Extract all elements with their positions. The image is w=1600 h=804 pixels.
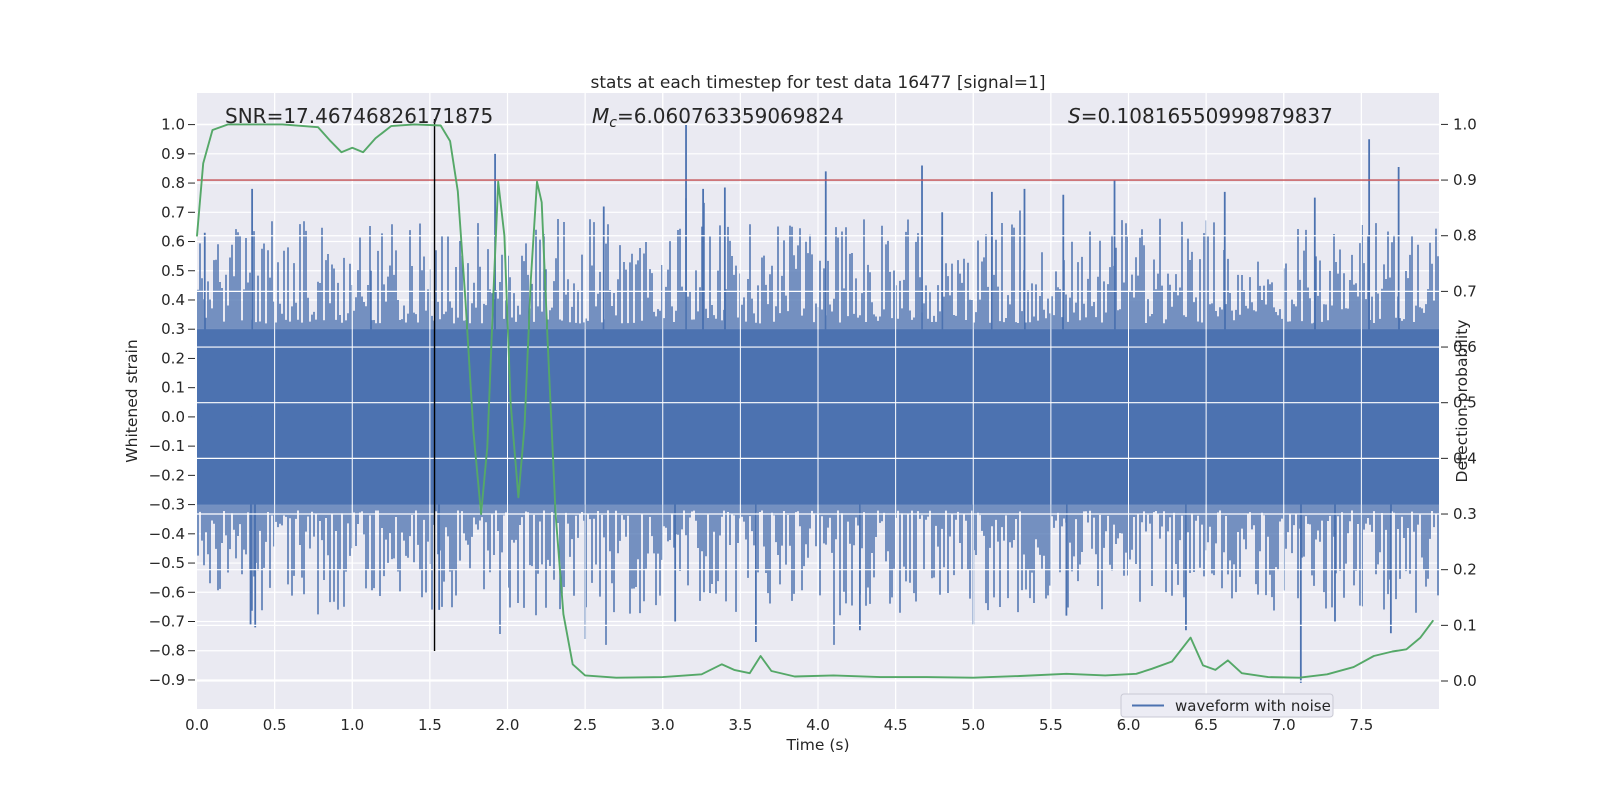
x-tick-label: 0.5 [263,716,287,734]
y-tick-label-left: −0.5 [149,554,185,572]
annotation-value: =17.46746826171875 [267,104,494,128]
x-tick-label: 7.5 [1349,716,1373,734]
y-tick-label-left: −0.8 [149,642,185,660]
x-tick-label: 7.0 [1272,716,1296,734]
x-tick-label: 4.0 [806,716,830,734]
y-tick-label-left: 0.6 [161,233,185,251]
x-tick-label: 6.0 [1117,716,1141,734]
x-tick-label: 0.0 [185,716,209,734]
figure: 1.0 0.9 0.8 0.7 0.6 0.5 0.4 0.3 0.2 0.1 0.0 −0.1 −0.… [0,0,1600,800]
y-tick-label-left: 0.0 [161,408,185,426]
y-tick-label-left: 0.4 [161,291,185,309]
annotation-value: =0.10816550999879837 [1081,104,1333,128]
y-tick-label-right: 1.0 [1453,115,1477,133]
annotation-chirp-mass: Mc=6.060763359069824 [592,104,844,131]
y-tick-label-left: 0.7 [161,203,185,221]
x-tick-label: 5.5 [1039,716,1063,734]
y-tick-label-left: −0.3 [149,496,185,514]
chart: 1.0 0.9 0.8 0.7 0.6 0.5 0.4 0.3 0.2 0.1 0.0 −0.1 −0.… [123,73,1477,754]
annotation-label: M [592,104,609,128]
x-tick-label: 1.0 [340,716,364,734]
x-tick-label: 1.5 [418,716,442,734]
annotation-value: =6.060763359069824 [617,104,844,128]
y-tick-label-right: 0.3 [1453,505,1477,523]
y-tick-label-left: −0.1 [149,437,185,455]
y-tick-label-left: −0.9 [149,671,185,689]
y-tick-label-left: −0.6 [149,583,185,601]
chart-title: stats at each timestep for test data 164… [591,73,1046,93]
annotation-label: SNR [225,104,267,128]
y-axis-label-left: Whitened strain [123,339,141,462]
x-tick-label: 6.5 [1194,716,1218,734]
y-tick-label-right: 0.9 [1453,171,1477,189]
annotation-label: S [1068,104,1081,128]
y-tick-label-left: −0.2 [149,466,185,484]
y-tick-label-left: 0.1 [161,379,185,397]
x-tick-label: 2.5 [573,716,597,734]
y-tick-label-left: −0.4 [149,525,185,543]
y-tick-label-left: −0.7 [149,613,185,631]
y-tick-label-left: 0.9 [161,145,185,163]
y-tick-label-left: 1.0 [161,116,185,134]
annotation-significance: S=0.10816550999879837 [1068,104,1333,128]
x-tick-label: 3.5 [728,716,752,734]
annotation-snr: SNR=17.46746826171875 [225,104,493,128]
annotations: SNR=17.46746826171875 Mc=6.06076335906982… [225,104,1333,131]
x-tick-label: 2.0 [496,716,520,734]
y-axis-label-right: Detection probability [1453,320,1471,483]
x-tick-label: 3.0 [651,716,675,734]
legend-label: waveform with noise [1175,697,1331,715]
y-tick-label-left: 0.8 [161,174,185,192]
x-axis-label: Time (s) [785,736,849,754]
x-tick-label: 4.5 [884,716,908,734]
y-tick-label-right: 0.7 [1453,282,1477,300]
x-tick-label: 5.0 [961,716,985,734]
y-tick-label-right: 0.0 [1453,672,1477,690]
y-tick-label-left: 0.3 [161,320,185,338]
y-tick-label-right: 0.1 [1453,616,1477,634]
y-tick-label-right: 0.8 [1453,227,1477,245]
y-tick-label-left: 0.2 [161,349,185,367]
legend: waveform with noise [1120,693,1334,718]
y-tick-label-right: 0.2 [1453,561,1477,579]
y-tick-label-left: 0.5 [161,262,185,280]
